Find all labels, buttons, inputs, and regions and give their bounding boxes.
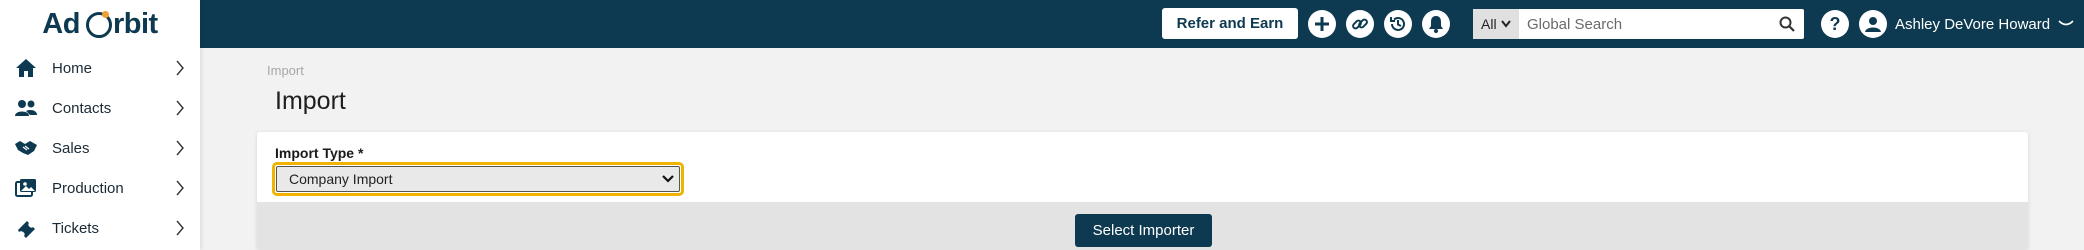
help-icon[interactable]: ?	[1821, 10, 1849, 38]
orbit-logo-icon	[85, 11, 112, 38]
search-icon[interactable]	[1770, 9, 1804, 39]
refer-and-earn-button[interactable]: Refer and Earn	[1162, 8, 1298, 39]
page-title: Import	[275, 87, 346, 115]
handshake-icon	[14, 136, 38, 160]
chevron-right-icon	[170, 220, 190, 236]
sidebar-item-tickets[interactable]: Tickets	[0, 208, 200, 248]
import-type-select-inner[interactable]: Company Import	[276, 166, 680, 192]
sidebar: Ad rbit Home Contacts Sales Production T…	[0, 0, 200, 250]
chevron-down-icon	[2058, 20, 2074, 26]
bell-icon[interactable]	[1422, 10, 1450, 38]
sidebar-item-label: Tickets	[52, 219, 99, 237]
chevron-down-icon	[1500, 20, 1511, 28]
history-icon[interactable]	[1384, 10, 1412, 38]
sidebar-item-label: Contacts	[52, 99, 112, 117]
logo-text-right: rbit	[112, 7, 158, 40]
sidebar-item-contacts[interactable]: Contacts	[0, 88, 200, 128]
chevron-right-icon	[170, 60, 190, 76]
sidebar-item-production[interactable]: Production	[0, 168, 200, 208]
import-type-select[interactable]: Company Import	[272, 162, 684, 196]
app-logo[interactable]: Ad rbit	[0, 0, 200, 48]
user-menu[interactable]: Ashley DeVore Howard	[1859, 9, 2074, 39]
breadcrumb[interactable]: Import	[267, 63, 304, 78]
global-search: All	[1473, 9, 1804, 39]
user-name: Ashley DeVore Howard	[1895, 15, 2051, 33]
sidebar-item-label: Home	[52, 59, 93, 77]
ticket-icon	[14, 216, 38, 240]
chevron-right-icon	[170, 140, 190, 156]
search-scope-select[interactable]: All	[1473, 9, 1519, 39]
contacts-icon	[14, 96, 38, 120]
avatar-icon	[1859, 10, 1887, 38]
add-icon[interactable]	[1308, 10, 1336, 38]
logo-text-left: Ad	[42, 7, 80, 40]
select-importer-button[interactable]: Select Importer	[1075, 214, 1212, 247]
sidebar-item-sales[interactable]: Sales	[0, 128, 200, 168]
sidebar-item-home[interactable]: Home	[0, 48, 200, 88]
search-input[interactable]	[1519, 10, 1770, 38]
sidebar-item-label: Production	[52, 179, 124, 197]
chevron-right-icon	[170, 180, 190, 196]
import-card: Import Type * Company Import Select Impo…	[257, 132, 2028, 250]
search-scope-value: All	[1481, 16, 1497, 32]
chevron-right-icon	[170, 100, 190, 116]
production-icon	[14, 176, 38, 200]
link-icon[interactable]	[1346, 10, 1374, 38]
sidebar-item-label: Sales	[52, 139, 90, 157]
chevron-down-icon	[657, 175, 679, 183]
home-icon	[14, 56, 38, 80]
import-type-label: Import Type *	[275, 145, 364, 161]
top-header: Refer and Earn All ?	[200, 0, 2084, 48]
import-type-value: Company Import	[289, 171, 393, 187]
